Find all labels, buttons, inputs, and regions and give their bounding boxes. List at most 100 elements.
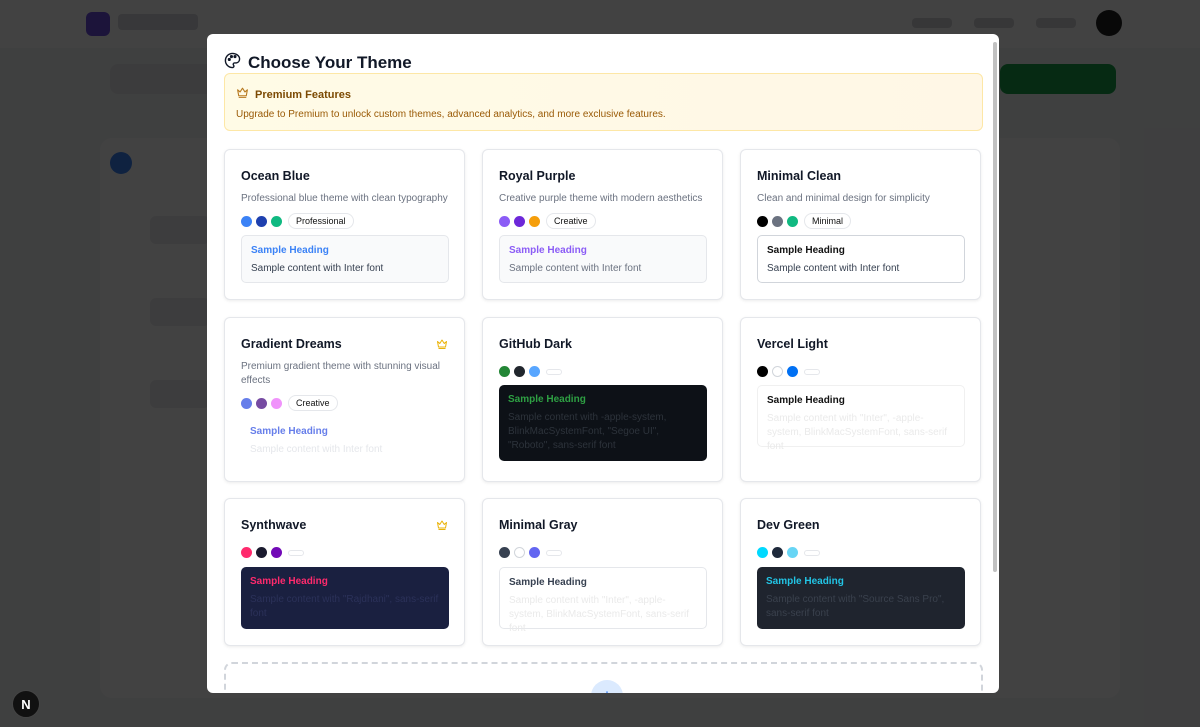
preview-heading: Sample Heading xyxy=(250,426,328,437)
preview-body: Sample content with Inter font xyxy=(509,263,642,274)
preview-heading: Sample Heading xyxy=(251,245,329,256)
preview-heading: Sample Heading xyxy=(509,577,587,588)
theme-card-github-dark[interactable]: GitHub Dark Sample Heading Sample conten… xyxy=(482,317,723,482)
color-swatches xyxy=(241,547,304,558)
color-swatches: Minimal xyxy=(757,213,852,229)
color-swatch xyxy=(529,366,540,377)
crown-icon xyxy=(236,86,249,104)
theme-tag: Professional xyxy=(288,213,354,229)
theme-tag xyxy=(546,368,562,375)
framework-badge[interactable]: N xyxy=(12,690,40,718)
color-swatch xyxy=(241,397,252,409)
color-swatch xyxy=(529,547,540,558)
theme-name: Ocean Blue xyxy=(241,169,310,183)
modal-scrollbar[interactable] xyxy=(993,42,997,572)
theme-preview: Sample Heading Sample content with "Inte… xyxy=(757,385,965,452)
theme-tag xyxy=(804,368,820,375)
theme-card-gradient-dreams[interactable]: Gradient Dreams Premium gradient theme w… xyxy=(224,317,465,482)
theme-tag: Minimal xyxy=(804,213,852,229)
preview-body: Sample content with "Source Sans Pro", s… xyxy=(766,594,945,619)
theme-name: Dev Green xyxy=(757,518,820,532)
color-swatch xyxy=(772,547,783,558)
theme-modal: Choose Your Theme Premium Features Upgra… xyxy=(207,34,999,693)
add-custom-theme-card[interactable]: + xyxy=(224,662,983,693)
color-swatch xyxy=(529,215,540,227)
preview-body: Sample content with Inter font xyxy=(250,444,383,455)
color-swatch xyxy=(787,547,798,558)
theme-name: Synthwave xyxy=(241,518,307,532)
color-swatch xyxy=(772,215,783,227)
color-swatch xyxy=(256,397,267,409)
color-swatches: Professional xyxy=(241,213,354,229)
theme-name: Minimal Gray xyxy=(499,518,578,532)
theme-preview: Sample Heading Sample content with -appl… xyxy=(499,385,707,461)
color-swatch xyxy=(241,547,252,558)
theme-tag: Creative xyxy=(546,213,596,229)
palette-icon xyxy=(224,52,241,74)
modal-scroll-area[interactable]: Choose Your Theme Premium Features Upgra… xyxy=(207,34,999,693)
color-swatch xyxy=(499,366,510,377)
theme-tag: Creative xyxy=(288,395,338,411)
theme-description: Creative purple theme with modern aesthe… xyxy=(499,193,703,204)
premium-crown-icon xyxy=(436,337,448,355)
preview-heading: Sample Heading xyxy=(508,394,586,405)
theme-name: GitHub Dark xyxy=(499,337,572,351)
color-swatch xyxy=(787,215,798,227)
theme-tag xyxy=(546,549,562,556)
color-swatch xyxy=(757,215,768,227)
color-swatches xyxy=(757,547,820,558)
color-swatches: Creative xyxy=(499,213,596,229)
color-swatches: Creative xyxy=(241,395,338,411)
theme-card-royal-purple[interactable]: Royal Purple Creative purple theme with … xyxy=(482,149,723,300)
theme-name: Gradient Dreams xyxy=(241,337,342,351)
color-swatch xyxy=(514,366,525,377)
theme-name: Royal Purple xyxy=(499,169,576,183)
premium-text: Upgrade to Premium to unlock custom them… xyxy=(236,109,666,120)
color-swatch xyxy=(499,547,510,558)
modal-title: Choose Your Theme xyxy=(248,53,412,72)
theme-preview: Sample Heading Sample content with Inter… xyxy=(757,235,965,283)
color-swatch xyxy=(514,215,525,227)
color-swatch xyxy=(271,215,282,227)
theme-card-minimal-clean[interactable]: Minimal Clean Clean and minimal design f… xyxy=(740,149,981,300)
preview-heading: Sample Heading xyxy=(767,245,845,256)
theme-description: Premium gradient theme with stunning vis… xyxy=(241,361,440,386)
color-swatch xyxy=(499,215,510,227)
theme-description: Professional blue theme with clean typog… xyxy=(241,193,448,204)
theme-card-synthwave[interactable]: Synthwave Sample Heading Sample content … xyxy=(224,498,465,646)
preview-heading: Sample Heading xyxy=(509,245,587,256)
theme-preview: Sample Heading Sample content with Inter… xyxy=(241,235,449,283)
color-swatch xyxy=(271,547,282,558)
premium-banner: Premium Features Upgrade to Premium to u… xyxy=(224,73,983,131)
premium-crown-icon xyxy=(436,518,448,536)
color-swatch xyxy=(256,547,267,558)
theme-name: Minimal Clean xyxy=(757,169,842,183)
theme-card-vercel-light[interactable]: Vercel Light Sample Heading Sample conte… xyxy=(740,317,981,482)
color-swatch xyxy=(787,366,798,377)
theme-card-dev-green[interactable]: Dev Green Sample Heading Sample content … xyxy=(740,498,981,646)
theme-preview: Sample Heading Sample content with Inter… xyxy=(241,417,449,465)
color-swatch xyxy=(772,366,783,377)
theme-tag xyxy=(804,549,820,556)
color-swatch xyxy=(757,547,768,558)
theme-preview: Sample Heading Sample content with "Inte… xyxy=(499,567,707,634)
color-swatches xyxy=(499,366,562,377)
theme-description: Clean and minimal design for simplicity xyxy=(757,193,930,204)
preview-heading: Sample Heading xyxy=(766,576,844,587)
theme-preview: Sample Heading Sample content with "Sour… xyxy=(757,567,965,629)
modal-header: Choose Your Theme xyxy=(224,52,412,74)
color-swatch xyxy=(256,215,267,227)
theme-tag xyxy=(288,549,304,556)
theme-card-ocean-blue[interactable]: Ocean Blue Professional blue theme with … xyxy=(224,149,465,300)
preview-heading: Sample Heading xyxy=(767,395,845,406)
preview-body: Sample content with -apple-system, Blink… xyxy=(508,412,667,451)
color-swatch xyxy=(514,547,525,558)
color-swatches xyxy=(499,547,562,558)
theme-preview: Sample Heading Sample content with Inter… xyxy=(499,235,707,283)
preview-body: Sample content with Inter font xyxy=(767,263,900,274)
plus-icon[interactable]: + xyxy=(591,680,623,693)
color-swatch xyxy=(271,397,282,409)
preview-body: Sample content with Inter font xyxy=(251,263,384,274)
premium-title: Premium Features xyxy=(255,89,351,101)
theme-card-minimal-gray[interactable]: Minimal Gray Sample Heading Sample conte… xyxy=(482,498,723,646)
